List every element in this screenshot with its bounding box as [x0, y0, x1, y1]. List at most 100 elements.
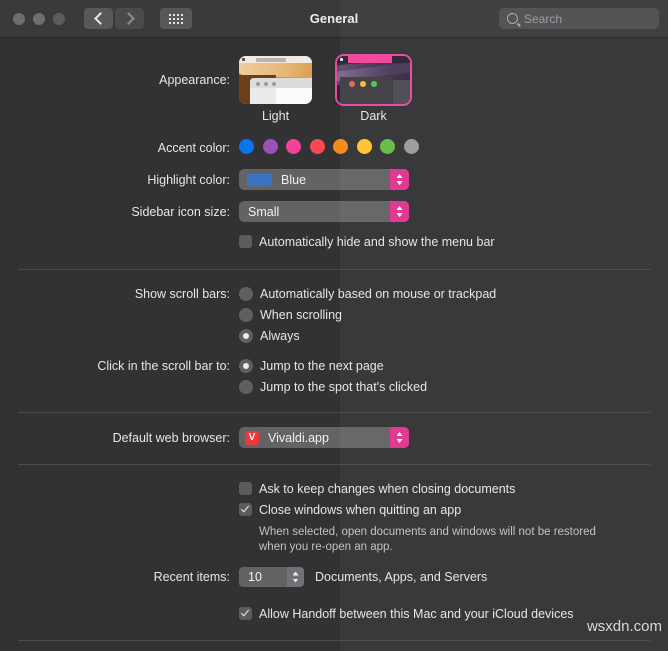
light-window-sidebar — [250, 88, 276, 104]
updown-chevron-icon[interactable] — [390, 169, 409, 190]
apple-menu-icon — [340, 58, 343, 61]
appearance-option-light[interactable]: Light — [239, 56, 312, 123]
auto-hide-menubar-checkbox-row[interactable]: Automatically hide and show the menu bar — [239, 231, 668, 252]
sidebar-icon-size-popup[interactable]: Small — [239, 201, 409, 222]
dark-window-preview — [340, 77, 393, 104]
updown-chevron-icon[interactable] — [390, 427, 409, 448]
grid-dot — [177, 13, 179, 16]
recent-items-value[interactable]: 10 — [239, 567, 287, 587]
scrollbar-always-radio[interactable] — [239, 328, 253, 343]
watermark: wsxdn.com — [586, 618, 662, 635]
back-button[interactable] — [84, 8, 113, 29]
dark-appearance-label: Dark — [360, 109, 387, 123]
chevron-right-icon — [121, 12, 135, 25]
click-option-spot-clicked[interactable]: Jump to the spot that's clicked — [239, 376, 668, 397]
scrollbar-auto-label: Automatically based on mouse or trackpad — [260, 286, 497, 301]
click-option-next-page[interactable]: Jump to the next page — [239, 355, 668, 376]
handoff-label: Allow Handoff between this Mac and your … — [259, 606, 574, 621]
recent-items-trailing-text: Documents, Apps, and Servers — [315, 570, 488, 584]
default-web-browser-popup[interactable]: V Vivaldi.app — [239, 427, 409, 448]
grid-dot — [177, 21, 179, 24]
appearance-row: Appearance: Light Dark — [0, 48, 668, 123]
window-titlebar: General Search — [0, 0, 668, 38]
grid-dot — [173, 21, 175, 24]
accent-swatch-graphite[interactable] — [403, 139, 419, 154]
light-appearance-label: Light — [261, 109, 290, 123]
auto-hide-menubar-checkbox[interactable] — [239, 235, 252, 248]
close-windows-checkbox[interactable] — [239, 503, 252, 516]
traffic-lights — [13, 12, 65, 25]
grid-dot — [169, 21, 171, 24]
ask-keep-changes-checkbox[interactable] — [239, 482, 252, 495]
grid-dot — [169, 13, 171, 16]
handoff-checkbox[interactable] — [239, 607, 252, 620]
ask-keep-changes-row: Ask to keep changes when closing documen… — [0, 478, 668, 555]
highlight-color-value: Blue — [281, 172, 307, 187]
updown-chevron-icon[interactable] — [390, 201, 409, 222]
preferences-content: Appearance: Light Dark Accent color: Hig… — [0, 48, 668, 651]
scrollbar-when-scrolling-radio[interactable] — [239, 307, 253, 322]
zoom-button[interactable] — [53, 12, 65, 25]
grid-dot — [181, 17, 183, 20]
default-web-browser-value: Vivaldi.app — [268, 430, 329, 445]
jump-spot-clicked-radio[interactable] — [239, 379, 253, 394]
grid-dot — [169, 17, 171, 20]
forward-button[interactable] — [115, 8, 144, 29]
highlight-color-row: Highlight color: Blue — [0, 169, 668, 191]
search-field[interactable]: Search — [499, 8, 659, 29]
close-windows-label: Close windows when quitting an app — [259, 502, 462, 517]
highlight-color-chip — [247, 173, 272, 186]
dark-appearance-thumbnail[interactable] — [335, 54, 412, 106]
show-all-button[interactable] — [160, 8, 192, 29]
sidebar-icon-size-row: Sidebar icon size: Small — [0, 201, 668, 223]
accent-color-swatches — [239, 137, 668, 154]
scrollbar-option-always[interactable]: Always — [239, 325, 668, 346]
accent-swatch-red[interactable] — [309, 139, 325, 154]
window-dot — [272, 81, 276, 86]
grid-dot — [173, 13, 175, 16]
ask-keep-changes-checkbox-row[interactable]: Ask to keep changes when closing documen… — [239, 478, 668, 499]
accent-color-label: Accent color: — [157, 141, 230, 155]
appearance-options: Light Dark — [239, 54, 668, 123]
light-window-preview — [250, 78, 312, 104]
light-menubar-item — [256, 57, 286, 62]
grid-dot — [177, 17, 179, 20]
accent-swatch-green[interactable] — [380, 139, 395, 154]
stepper-arrows-icon[interactable] — [287, 567, 304, 587]
window-dot — [349, 81, 355, 87]
recent-items-stepper[interactable]: 10 Documents, Apps, and Servers — [239, 567, 668, 587]
apple-menu-icon — [242, 58, 245, 61]
ask-keep-changes-label: Ask to keep changes when closing documen… — [259, 481, 516, 496]
grid-dot — [181, 21, 183, 24]
show-scroll-bars-label: Show scroll bars: — [134, 287, 230, 301]
auto-hide-menubar-row: Automatically hide and show the menu bar — [0, 231, 668, 253]
accent-swatch-blue[interactable] — [239, 139, 254, 154]
accent-swatch-purple[interactable] — [262, 139, 278, 154]
accent-swatch-yellow[interactable] — [356, 139, 372, 154]
appearance-option-dark[interactable]: Dark — [335, 54, 412, 123]
highlight-color-label: Highlight color: — [147, 173, 230, 187]
highlight-color-popup[interactable]: Blue — [239, 169, 409, 190]
minimize-button[interactable] — [33, 12, 45, 25]
close-windows-hint-line2: when you re-open an app. — [259, 541, 393, 553]
jump-next-page-radio[interactable] — [239, 358, 253, 373]
scrollbar-option-auto[interactable]: Automatically based on mouse or trackpad — [239, 283, 668, 304]
recent-items-row: Recent items: 10 Documents, Apps, and Se… — [0, 567, 668, 589]
close-windows-checkbox-row[interactable]: Close windows when quitting an app — [239, 499, 668, 520]
jump-spot-clicked-label: Jump to the spot that's clicked — [260, 379, 428, 394]
section-divider — [18, 640, 650, 641]
light-appearance-thumbnail[interactable] — [239, 56, 312, 104]
recent-items-label: Recent items: — [153, 570, 230, 584]
click-scroll-bar-label: Click in the scroll bar to: — [97, 359, 230, 373]
appearance-label: Appearance: — [159, 73, 230, 87]
dark-menubar-highlight — [348, 56, 392, 63]
close-button[interactable] — [13, 12, 25, 25]
scrollbar-auto-radio[interactable] — [239, 286, 253, 301]
accent-swatch-orange[interactable] — [333, 139, 348, 154]
section-divider — [18, 412, 650, 413]
accent-swatch-pink[interactable] — [286, 139, 301, 154]
default-web-browser-row: Default web browser: V Vivaldi.app — [0, 427, 668, 449]
navigation-buttons — [84, 8, 144, 29]
section-divider — [18, 269, 650, 270]
scrollbar-option-when-scrolling[interactable]: When scrolling — [239, 304, 668, 325]
